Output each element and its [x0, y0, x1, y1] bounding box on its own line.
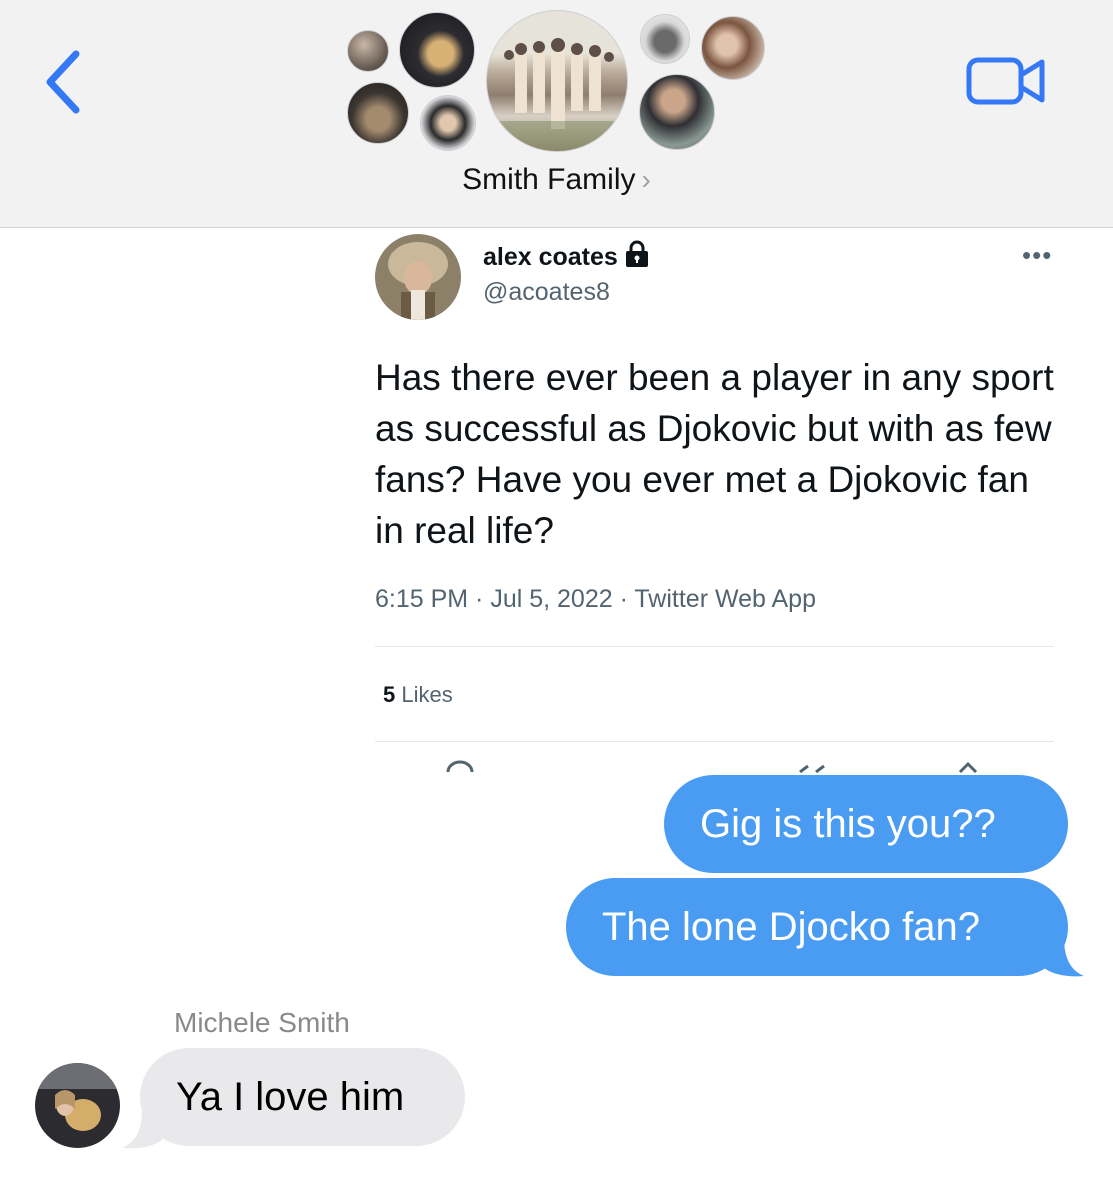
sender-avatar[interactable]	[35, 1063, 120, 1148]
outgoing-message-bubble[interactable]: Gig is this you??	[664, 775, 1068, 873]
tweet-author-name-label: alex coates	[483, 243, 618, 271]
bubble-tail	[1040, 938, 1084, 977]
facetime-video-button[interactable]	[966, 55, 1046, 107]
participant-avatar[interactable]	[347, 30, 389, 72]
outgoing-message-bubble[interactable]: The lone Djocko fan?	[566, 878, 1068, 976]
participant-avatar[interactable]	[701, 16, 765, 80]
participant-avatar[interactable]	[420, 95, 476, 151]
message-text: The lone Djocko fan?	[602, 905, 981, 949]
incoming-message-bubble[interactable]: Ya I love him	[140, 1048, 465, 1146]
group-name[interactable]: Smith Family ›	[0, 163, 1113, 197]
group-name-label: Smith Family	[462, 163, 636, 196]
likes-count: 5	[383, 682, 396, 707]
back-button[interactable]	[40, 48, 88, 116]
message-text: Gig is this you??	[700, 802, 996, 846]
tweet-author-avatar[interactable]	[375, 234, 461, 320]
message-text: Ya I love him	[176, 1075, 405, 1119]
chevron-left-icon	[46, 50, 80, 114]
divider	[375, 646, 1054, 647]
participant-avatar[interactable]	[347, 82, 409, 144]
participant-avatar[interactable]	[399, 12, 475, 88]
tweet-text: Has there ever been a player in any spor…	[375, 357, 1054, 551]
chevron-right-icon: ›	[641, 164, 651, 195]
tweet-timestamp: 6:15 PM · Jul 5, 2022 · Twitter Web App	[375, 585, 816, 613]
group-photo-avatar[interactable]	[486, 10, 628, 152]
family-photo	[487, 11, 627, 151]
more-options-icon[interactable]: •••	[1022, 240, 1052, 271]
tweet-author-name[interactable]: alex coates	[483, 240, 650, 275]
participant-avatar[interactable]	[639, 74, 715, 150]
tweet-author-handle[interactable]: @acoates8	[483, 278, 610, 307]
tweet-action-bar	[0, 760, 1113, 773]
sender-name: Michele Smith	[174, 1007, 350, 1038]
likes-label: Likes	[401, 682, 453, 707]
lock-icon	[624, 240, 650, 275]
video-camera-icon	[966, 57, 1045, 105]
participant-avatar[interactable]	[640, 14, 690, 64]
tweet-likes[interactable]: 5 Likes	[383, 682, 453, 708]
conversation-header: Smith Family ›	[0, 0, 1113, 228]
divider	[375, 741, 1054, 742]
